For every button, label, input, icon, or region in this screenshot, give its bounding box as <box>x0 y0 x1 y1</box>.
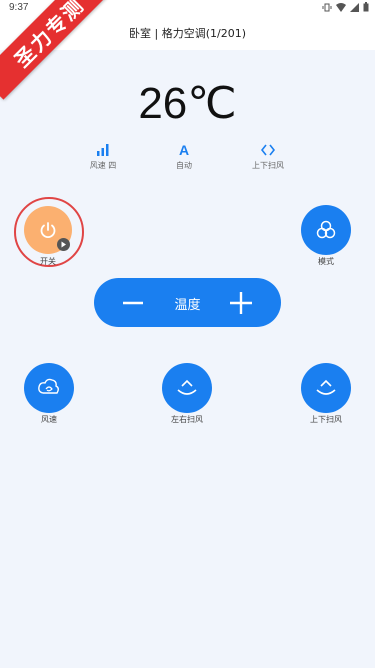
fan-speed-button[interactable] <box>24 363 74 413</box>
vibrate-icon <box>322 3 332 11</box>
play-badge-icon <box>57 238 70 251</box>
swing-up-down-button[interactable] <box>301 363 351 413</box>
status-icons <box>322 2 369 12</box>
status-swing-label: 上下扫风 <box>252 161 284 170</box>
mode-icon <box>316 220 336 239</box>
letter-a-icon: A <box>178 142 190 158</box>
status-fan-speed-label: 风速 四 <box>89 161 117 170</box>
status-fan-speed: 风速 四 <box>73 142 133 171</box>
swing-vertical-icon <box>238 142 298 158</box>
signal-bars-icon <box>73 142 133 158</box>
swing-left-right-button[interactable] <box>162 363 212 413</box>
fan-speed-button-label: 风速 <box>41 415 57 424</box>
battery-icon <box>363 2 369 12</box>
temperature-control: 温度 <box>94 278 281 327</box>
status-mode-label: 自动 <box>176 161 192 170</box>
temperature-display: 26℃ <box>138 79 237 128</box>
wifi-icon <box>336 2 346 12</box>
plus-icon <box>230 292 252 314</box>
wind-icon <box>38 378 59 394</box>
power-button-label: 开关 <box>40 257 56 266</box>
mode-button-label: 模式 <box>318 257 334 266</box>
temperature-increase-button[interactable] <box>229 291 253 315</box>
power-icon <box>40 222 56 239</box>
swing-left-right-button-label: 左右扫风 <box>171 415 203 424</box>
status-mode: A 自动 <box>154 142 214 171</box>
swing-left-right-icon <box>177 379 197 395</box>
mode-button[interactable] <box>301 205 351 255</box>
swing-up-down-button-label: 上下扫风 <box>310 415 342 424</box>
status-time: 9:37 <box>9 2 29 13</box>
swing-up-down-icon <box>316 379 336 395</box>
status-swing: 上下扫风 <box>238 142 298 171</box>
cell-signal-icon <box>350 2 359 12</box>
